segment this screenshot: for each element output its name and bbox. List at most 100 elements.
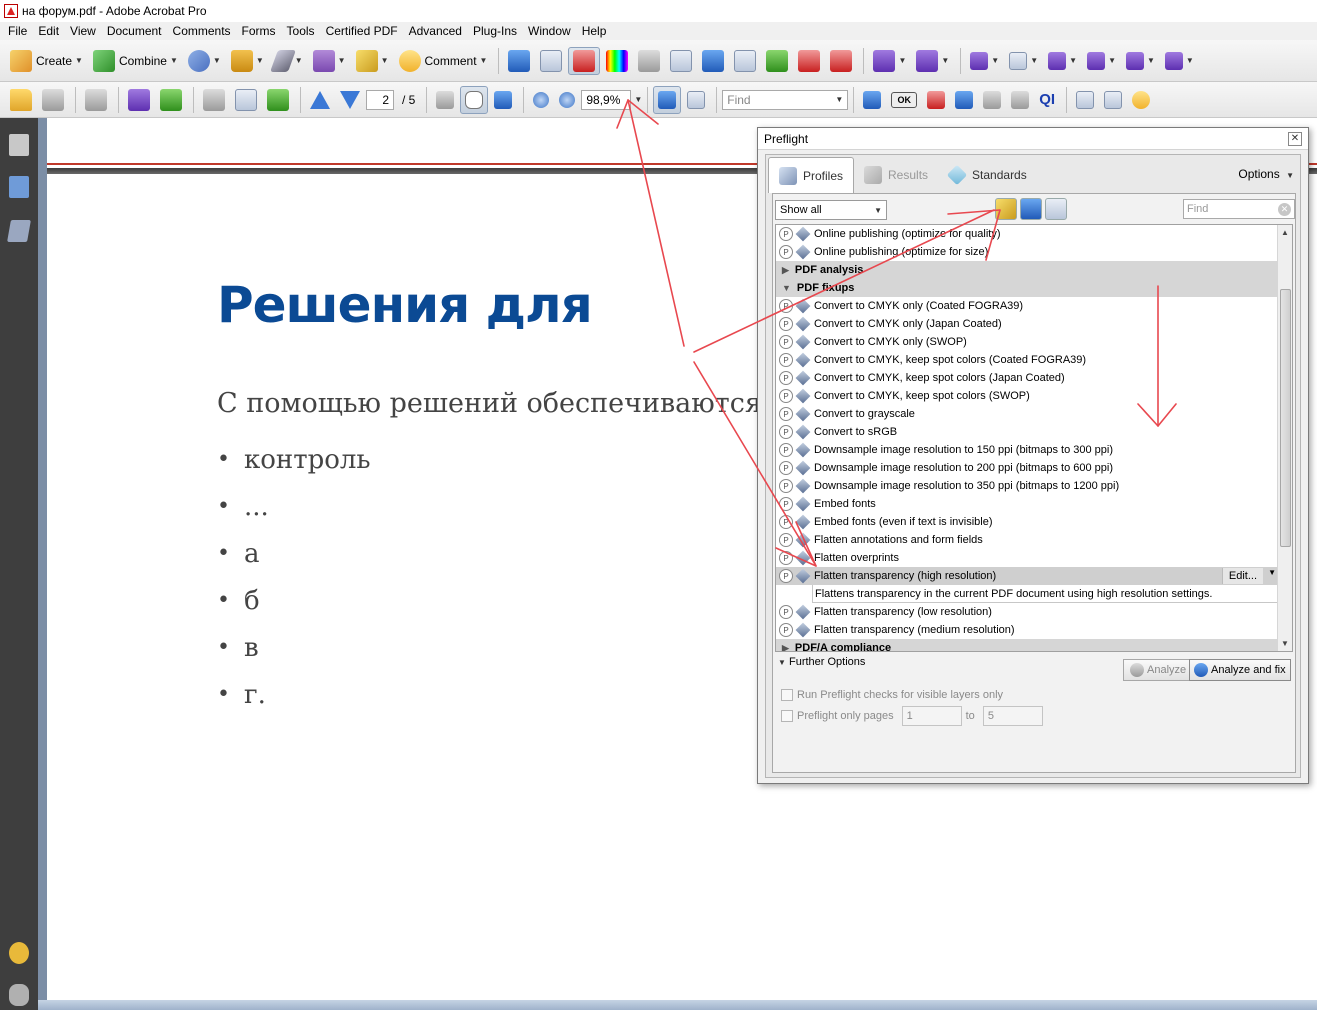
menu-tools[interactable]: Tools bbox=[283, 24, 322, 38]
select-single-fixups-icon[interactable] bbox=[995, 198, 1017, 220]
comments-icon[interactable] bbox=[9, 942, 29, 964]
bookmarks-icon[interactable] bbox=[9, 176, 29, 198]
triangle-down-icon[interactable]: ▼ bbox=[782, 283, 791, 293]
page-design-button[interactable]: ▼ bbox=[912, 47, 953, 75]
ink-manager-button[interactable] bbox=[634, 47, 664, 75]
menu-certified-pdf[interactable]: Certified PDF bbox=[322, 24, 405, 38]
zoom-out-button[interactable] bbox=[529, 86, 553, 114]
tab-standards[interactable]: Standards bbox=[938, 157, 1037, 193]
profile-row[interactable]: P Downsample image resolution to 200 ppi … bbox=[776, 459, 1279, 477]
hand-tool-button[interactable] bbox=[460, 85, 489, 114]
preflight-button[interactable] bbox=[568, 46, 601, 75]
show-filter-select[interactable]: Show all ▼ bbox=[775, 200, 887, 220]
pdf-optimizer-button[interactable] bbox=[794, 47, 824, 75]
menu-window[interactable]: Window bbox=[524, 24, 578, 38]
organizer-button[interactable] bbox=[81, 86, 111, 114]
menu-comments[interactable]: Comments bbox=[169, 24, 238, 38]
profile-row[interactable]: P Convert to CMYK, keep spot colors (Japa… bbox=[776, 369, 1279, 387]
select-text-button[interactable] bbox=[432, 86, 458, 114]
close-icon[interactable]: ✕ bbox=[1288, 131, 1302, 146]
zoom-level-input[interactable]: 98,9% bbox=[581, 89, 632, 110]
attachments-paperclip-icon[interactable] bbox=[9, 984, 29, 1006]
crop-tool-button[interactable] bbox=[951, 86, 977, 114]
page-number-input[interactable]: 2 bbox=[366, 89, 394, 110]
sign-button[interactable]: ▼ bbox=[269, 47, 307, 75]
comment-button[interactable]: Comment ▼ bbox=[395, 47, 492, 75]
multimedia-button[interactable]: ▼ bbox=[352, 47, 393, 75]
profile-row[interactable]: P Online publishing (optimize for quality… bbox=[776, 225, 1279, 243]
category-row[interactable]: ▶ PDF analysis bbox=[776, 261, 1279, 279]
chevron-down-icon[interactable]: ▼ bbox=[1268, 568, 1276, 577]
crop-marks-button[interactable] bbox=[536, 47, 566, 75]
convert-colors-button[interactable] bbox=[762, 47, 792, 75]
page-to-input[interactable]: 5 bbox=[982, 706, 1043, 726]
tab-results[interactable]: Results bbox=[854, 157, 938, 193]
single-fixups-wrench-icon[interactable] bbox=[1045, 198, 1067, 220]
save-button[interactable] bbox=[199, 86, 229, 114]
output-preview-button[interactable] bbox=[504, 47, 534, 75]
category-row[interactable]: ▶ PDF/A compliance bbox=[776, 639, 1279, 651]
menu-file[interactable]: File bbox=[4, 24, 34, 38]
color-separations-button[interactable] bbox=[602, 47, 632, 75]
scroll-down-icon[interactable]: ▼ bbox=[1278, 636, 1292, 651]
add-printer-marks-button[interactable] bbox=[666, 47, 696, 75]
text-edit-button[interactable] bbox=[1007, 86, 1033, 114]
pages-icon[interactable] bbox=[9, 134, 29, 156]
qi-button[interactable]: QI bbox=[1035, 86, 1059, 114]
find-input[interactable]: Find ▼ bbox=[722, 89, 849, 110]
signatures-icon[interactable] bbox=[7, 220, 31, 242]
edit-profile-button[interactable]: Edit... bbox=[1221, 568, 1263, 584]
print-button[interactable] bbox=[38, 86, 68, 114]
visible-layers-checkbox[interactable] bbox=[781, 689, 793, 701]
profile-find-input[interactable]: Find ✕ bbox=[1183, 199, 1295, 219]
zoom-dropdown-icon[interactable]: ▼ bbox=[634, 95, 642, 104]
preflight-titlebar[interactable]: Preflight ✕ bbox=[758, 128, 1308, 150]
menu-document[interactable]: Document bbox=[103, 24, 169, 38]
highlight-button[interactable] bbox=[1128, 86, 1154, 114]
collaborate-button[interactable]: ▼ bbox=[184, 47, 225, 75]
zoom-in-button[interactable] bbox=[555, 86, 579, 114]
profile-row[interactable]: P Convert to grayscale bbox=[776, 405, 1279, 423]
menu-forms[interactable]: Forms bbox=[238, 24, 283, 38]
fit-page-button[interactable] bbox=[683, 86, 709, 114]
pin-tool-button[interactable]: ▼ bbox=[1161, 47, 1198, 75]
open-button[interactable] bbox=[6, 86, 36, 114]
profile-row[interactable]: P Online publishing (optimize for size) bbox=[776, 243, 1279, 261]
attach-button[interactable] bbox=[124, 86, 154, 114]
secure-button[interactable]: ▼ bbox=[227, 47, 268, 75]
upload-button[interactable] bbox=[156, 86, 186, 114]
profile-row[interactable]: P Flatten overprints bbox=[776, 549, 1279, 567]
visible-layers-option[interactable]: Run Preflight checks for visible layers … bbox=[781, 689, 1003, 701]
fix-hairlines-button[interactable] bbox=[730, 47, 760, 75]
triangle-right-icon[interactable]: ▶ bbox=[782, 265, 789, 276]
menu-advanced[interactable]: Advanced bbox=[405, 24, 469, 38]
numbering-button[interactable] bbox=[1100, 86, 1126, 114]
page-range-checkbox[interactable] bbox=[781, 710, 793, 722]
scroll-up-icon[interactable]: ▲ bbox=[1278, 225, 1292, 240]
profile-row[interactable]: P Convert to CMYK, keep spot colors (SWOP… bbox=[776, 387, 1279, 405]
profile-row[interactable]: P Convert to CMYK only (SWOP) bbox=[776, 333, 1279, 351]
ok-button-tool[interactable]: OK bbox=[887, 86, 921, 114]
menu-help[interactable]: Help bbox=[578, 24, 614, 38]
profile-row[interactable]: P Convert to sRGB bbox=[776, 423, 1279, 441]
link-tool-button[interactable]: ▼ bbox=[1044, 47, 1081, 75]
profile-row[interactable]: P Embed fonts (even if text is invisible) bbox=[776, 513, 1279, 531]
profile-row[interactable]: P Downsample image resolution to 150 ppi … bbox=[776, 441, 1279, 459]
options-menu[interactable]: Options ▼ bbox=[1238, 167, 1294, 181]
profile-row[interactable]: P Flatten annotations and form fields bbox=[776, 531, 1279, 549]
transparency-flattening-button[interactable] bbox=[826, 47, 856, 75]
profile-row[interactable]: P Convert to CMYK only (Coated FOGRA39) bbox=[776, 297, 1279, 315]
rectangle-tool-button[interactable]: ▼ bbox=[1005, 47, 1042, 75]
touchup-button[interactable]: ▼ bbox=[1122, 47, 1159, 75]
page-layout-button[interactable]: ▼ bbox=[869, 47, 910, 75]
text-field-button[interactable] bbox=[1072, 86, 1098, 114]
next-page-button[interactable] bbox=[336, 86, 364, 114]
page-from-input[interactable]: 1 bbox=[901, 706, 962, 726]
analyze-and-fix-button[interactable]: Analyze and fix bbox=[1189, 659, 1291, 681]
magnet-tool-button[interactable] bbox=[923, 86, 949, 114]
crop-pages-button[interactable] bbox=[698, 47, 728, 75]
profile-row[interactable]: P Downsample image resolution to 350 ppi … bbox=[776, 477, 1279, 495]
forms-button[interactable]: ▼ bbox=[309, 47, 350, 75]
scroll-thumb[interactable] bbox=[1280, 289, 1291, 547]
marquee-zoom-button[interactable] bbox=[490, 86, 516, 114]
